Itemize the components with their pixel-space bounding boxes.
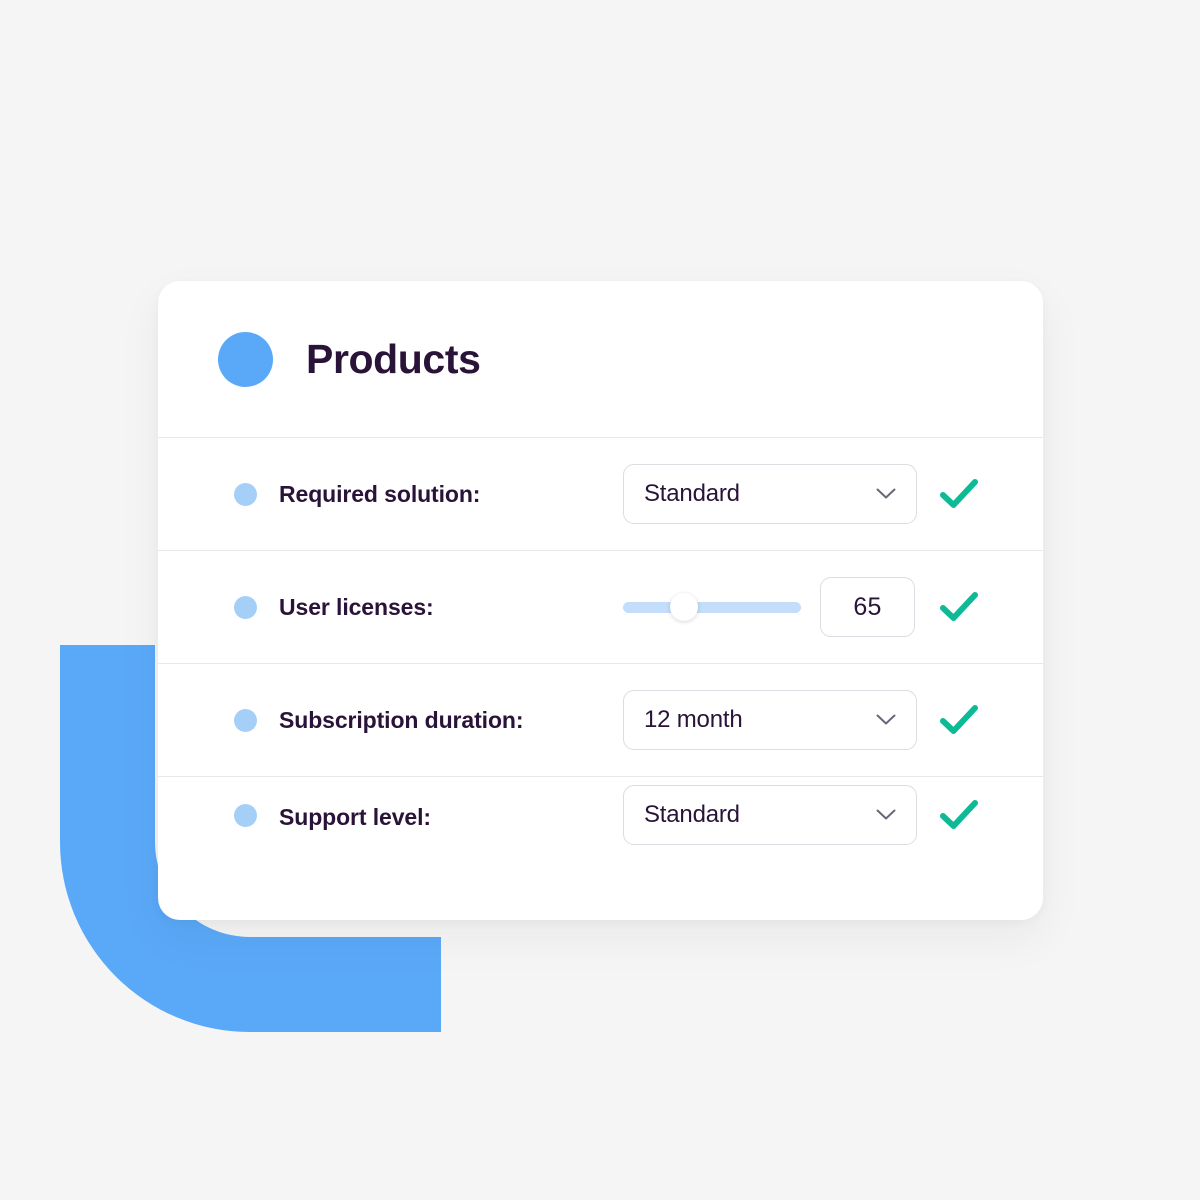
chevron-down-icon <box>876 809 896 820</box>
row-control: 12 month <box>623 690 917 750</box>
check-icon <box>940 705 978 734</box>
bullet-icon <box>234 804 257 827</box>
user-licenses-value: 65 <box>853 592 882 621</box>
products-card: Products Required solution: Standard Use… <box>158 281 1043 920</box>
row-control: Standard <box>623 464 917 524</box>
page-title: Products <box>306 335 481 382</box>
select-value: 12 month <box>644 706 743 733</box>
select-value: Standard <box>644 480 740 507</box>
row-required-solution: Required solution: Standard <box>158 438 1043 551</box>
select-value: Standard <box>644 801 740 828</box>
row-label: User licenses: <box>279 593 434 620</box>
select-required-solution[interactable]: Standard <box>623 464 917 524</box>
slider-thumb[interactable] <box>669 593 698 621</box>
row-user-licenses: User licenses: 65 <box>158 551 1043 664</box>
chevron-down-icon <box>876 714 896 725</box>
user-licenses-slider[interactable] <box>623 592 801 622</box>
bullet-icon <box>234 708 257 732</box>
bullet-icon <box>234 482 257 506</box>
row-label: Support level: <box>279 804 431 830</box>
row-control: Standard <box>623 785 917 845</box>
row-support-level: Support level: Standard <box>158 777 1043 920</box>
row-label: Required solution: <box>279 480 481 507</box>
check-icon <box>940 479 978 508</box>
user-licenses-value-box[interactable]: 65 <box>820 577 915 637</box>
slider-track[interactable] <box>623 601 801 613</box>
select-support-level[interactable]: Standard <box>623 785 917 845</box>
check-icon <box>940 800 978 829</box>
row-control: 65 <box>623 577 915 637</box>
header-dot-icon <box>218 331 273 387</box>
card-header: Products <box>158 281 1043 438</box>
bullet-icon <box>234 595 257 619</box>
row-subscription-duration: Subscription duration: 12 month <box>158 664 1043 777</box>
slider-group: 65 <box>623 577 915 637</box>
check-icon <box>940 592 978 621</box>
row-label: Subscription duration: <box>279 706 524 733</box>
chevron-down-icon <box>876 488 896 499</box>
select-subscription-duration[interactable]: 12 month <box>623 690 917 750</box>
